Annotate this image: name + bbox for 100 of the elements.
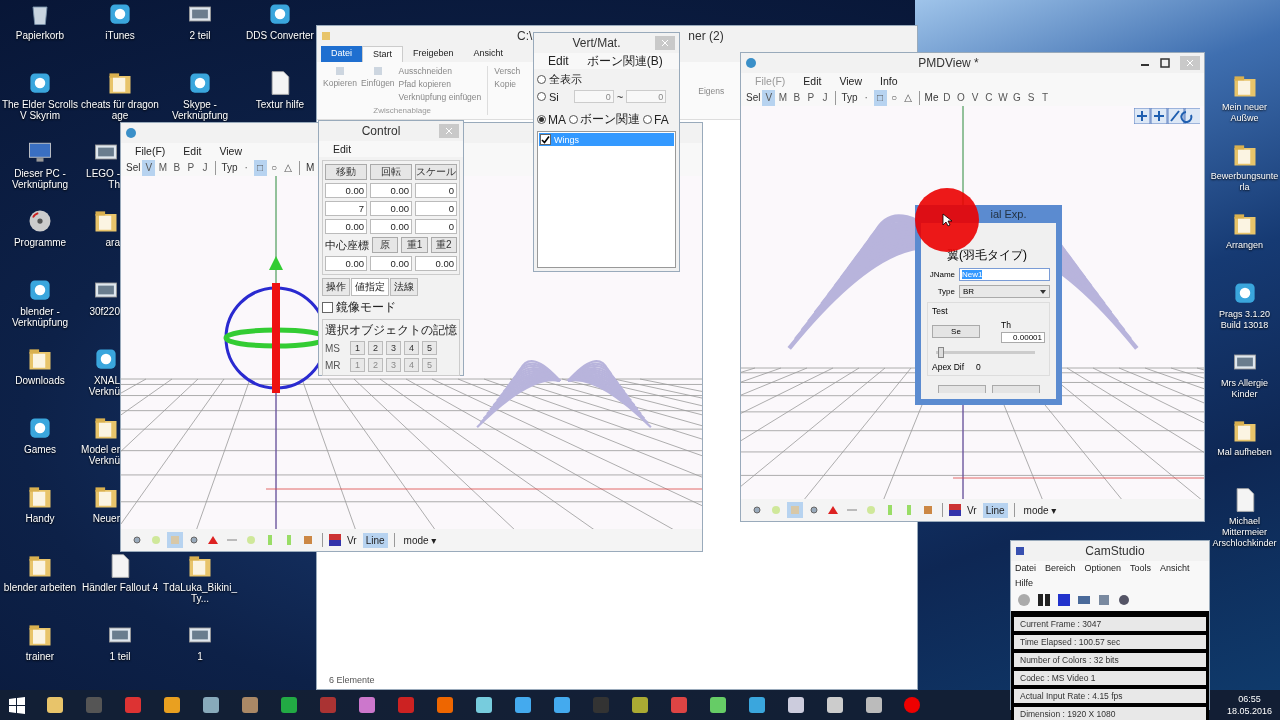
- toolbar-toggle[interactable]: ○: [887, 89, 901, 106]
- number-field[interactable]: 0: [415, 219, 457, 234]
- range-field[interactable]: 0: [573, 90, 614, 103]
- desktop-icon-label[interactable]: blender arbeiten: [3, 582, 77, 593]
- menu-item[interactable]: Hilfe: [1015, 577, 1033, 588]
- number-field[interactable]: 0: [415, 201, 457, 216]
- desktop-icon-label[interactable]: The Elder Scrolls V Skyrim: [1, 99, 79, 121]
- taskbar-app-icon[interactable]: [708, 695, 728, 715]
- ribbon-tab[interactable]: Datei: [321, 46, 362, 62]
- vr-toggle[interactable]: Vr: [344, 532, 360, 548]
- desktop-icon-label[interactable]: Michael Mittermeier Arschlochkinder: [1209, 516, 1280, 549]
- toolbar-toggle[interactable]: △: [281, 159, 295, 176]
- navigation-icons-drawing[interactable]: [1134, 108, 1200, 124]
- desktop-icon-label[interactable]: Arrangen: [1226, 240, 1263, 251]
- se-button[interactable]: Se: [932, 325, 980, 338]
- windows-start-icon[interactable]: [8, 696, 26, 714]
- taskbar-app-icon[interactable]: [786, 695, 806, 715]
- vr-toggle[interactable]: Vr: [964, 502, 980, 518]
- line-toggle[interactable]: Line: [362, 532, 388, 548]
- desktop-icon-label[interactable]: XNAL Verknü: [80, 375, 120, 397]
- center-button[interactable]: 重1: [401, 237, 428, 253]
- memory-button[interactable]: 3: [386, 341, 401, 355]
- toolbar-toggle[interactable]: C: [982, 89, 996, 106]
- taskbar-app-icon[interactable]: [552, 695, 572, 715]
- toolbar-toggle[interactable]: M: [156, 159, 170, 176]
- toolbar-toggle[interactable]: P: [184, 159, 198, 176]
- memory-button[interactable]: 5: [422, 341, 437, 355]
- panel-tab[interactable]: 法線: [390, 278, 418, 296]
- desktop-icon-label[interactable]: Bewerbungsunterla: [1209, 171, 1280, 193]
- menu-item[interactable]: File(F): [135, 145, 166, 157]
- mode-dropdown[interactable]: mode ▾: [400, 532, 440, 548]
- panel-tab[interactable]: 値指定: [351, 278, 389, 296]
- number-field[interactable]: 0: [415, 183, 457, 198]
- desktop-icon-label[interactable]: Games: [23, 444, 57, 455]
- transform-button[interactable]: 移動: [325, 164, 367, 180]
- toolbar-toggle[interactable]: ·: [239, 159, 253, 176]
- number-field[interactable]: 0.00: [370, 201, 412, 216]
- desktop-icon-label[interactable]: Neuer: [92, 513, 120, 524]
- ribbon-button[interactable]: Kopie: [494, 79, 521, 89]
- menu-item[interactable]: Edit: [333, 143, 352, 155]
- menu-item[interactable]: View: [219, 145, 242, 157]
- toolbar-toggle[interactable]: B: [790, 89, 804, 106]
- desktop-icon-label[interactable]: 30f220: [89, 306, 120, 317]
- toolbar-toggle[interactable]: ○: [267, 159, 281, 176]
- desktop-icon-label[interactable]: cheats für dragon age: [81, 99, 159, 121]
- menu-item[interactable]: Edit: [183, 145, 202, 157]
- taskbar-app-icon[interactable]: [201, 695, 221, 715]
- taskbar-app-icon[interactable]: [864, 695, 884, 715]
- taskbar-app-icon[interactable]: [513, 695, 533, 715]
- toolbar-toggle[interactable]: B: [170, 159, 184, 176]
- checkbox[interactable]: [322, 302, 333, 313]
- toolbar-toggle[interactable]: O: [954, 89, 968, 106]
- type-dropdown[interactable]: BR: [959, 285, 1050, 298]
- desktop-icon-label[interactable]: Programme: [13, 237, 67, 248]
- taskbar-app-icon[interactable]: [435, 695, 455, 715]
- number-field[interactable]: 0.00: [325, 219, 367, 234]
- transform-button[interactable]: スケール: [415, 164, 457, 180]
- pause-icon[interactable]: [1037, 593, 1051, 607]
- taskbar-app-icon[interactable]: [279, 695, 299, 715]
- desktop-icon-label[interactable]: 1 teil: [109, 651, 131, 662]
- center-button[interactable]: 重2: [430, 237, 457, 253]
- desktop-icon-label[interactable]: Model er Verknü: [80, 444, 120, 466]
- taskbar-app-icon[interactable]: [45, 695, 65, 715]
- number-field[interactable]: 0.00: [415, 256, 457, 271]
- ribbon-button[interactable]: Versch: [494, 66, 521, 76]
- desktop-icon-label[interactable]: Mal aufheben: [1217, 447, 1272, 458]
- number-field[interactable]: 0.00: [325, 256, 367, 271]
- slider-thumb[interactable]: [937, 347, 944, 358]
- number-field[interactable]: 0.00: [370, 219, 412, 234]
- taskbar-app-icon[interactable]: [162, 695, 182, 715]
- toolbar-toggle[interactable]: □: [253, 159, 267, 176]
- number-field[interactable]: 0.00: [370, 183, 412, 198]
- taskbar-app-icon[interactable]: [474, 695, 494, 715]
- taskbar-app-icon[interactable]: [357, 695, 377, 715]
- desktop-icon-label[interactable]: Dieser PC - Verknüpfung: [1, 168, 79, 190]
- menu-item[interactable]: Edit: [548, 54, 569, 68]
- record-icon[interactable]: [903, 696, 921, 714]
- ribbon-button[interactable]: Ausschneiden: [398, 66, 482, 76]
- desktop-icon-label[interactable]: Skype - Verknüpfung: [161, 99, 239, 121]
- radio-button[interactable]: [537, 92, 546, 101]
- desktop-icon-label[interactable]: Handy: [25, 513, 55, 524]
- desktop-icon-label[interactable]: Händler Fallout 4: [81, 582, 159, 593]
- toolbar-toggle[interactable]: △: [901, 89, 915, 106]
- radio-button[interactable]: [537, 115, 546, 124]
- input-field[interactable]: 0.00001: [1001, 332, 1045, 343]
- desktop-icon-label[interactable]: Mein neuer Außwe: [1209, 102, 1280, 124]
- desktop-icon-label[interactable]: DDS Converter: [246, 30, 314, 41]
- menu-item[interactable]: ボーン関連(B): [586, 52, 663, 70]
- toolbar-toggle[interactable]: G: [1010, 89, 1024, 106]
- desktop-icon-label[interactable]: ara: [105, 237, 120, 248]
- toolbar-toggle[interactable]: V: [968, 89, 982, 106]
- menu-item[interactable]: View: [839, 75, 862, 87]
- record-icon[interactable]: [1017, 593, 1031, 607]
- taskbar-app-icon[interactable]: [747, 695, 767, 715]
- desktop-icon-label[interactable]: Downloads: [15, 375, 65, 386]
- toolbar-toggle[interactable]: P: [804, 89, 818, 106]
- toolbar-toggle[interactable]: T: [1038, 89, 1052, 106]
- menu-item[interactable]: Ansicht: [1160, 562, 1190, 573]
- desktop-icon-label[interactable]: iTunes: [105, 30, 135, 41]
- desktop-icon-label[interactable]: TdaLuka_Bikini_Ty...: [161, 582, 239, 604]
